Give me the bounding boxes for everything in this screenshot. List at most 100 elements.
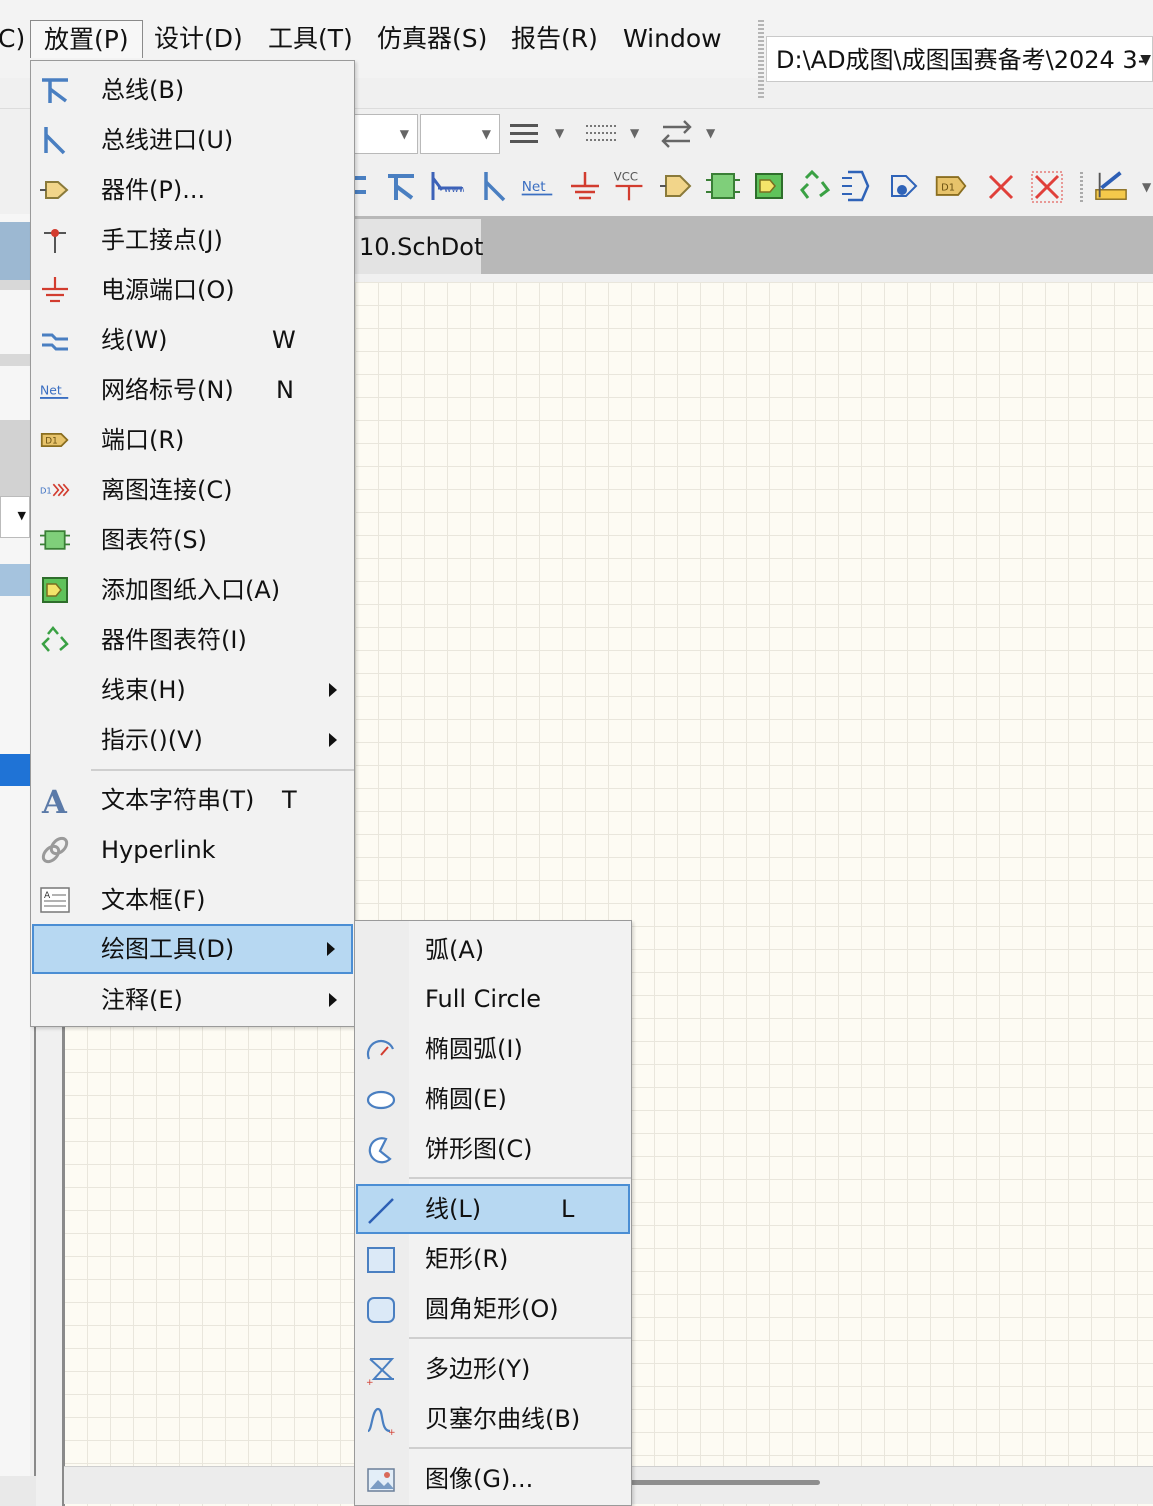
menu-item-harness[interactable]: 线束(H) — [32, 666, 353, 714]
schematic-canvas-left[interactable] — [64, 1026, 355, 1506]
size-combo[interactable]: ▼ — [420, 114, 500, 154]
submenu-item-rectangle[interactable]: 矩形(R) — [356, 1235, 630, 1283]
menu-item-power-port[interactable]: 电源端口(O) — [32, 266, 353, 314]
bus-entry-icon[interactable] — [478, 168, 512, 204]
vcc-port-icon[interactable]: VCC — [612, 168, 646, 204]
harness-entry-icon[interactable] — [888, 168, 922, 204]
submenu-item-image[interactable]: 图像(G)... — [356, 1455, 630, 1503]
sheet-entry-icon[interactable] — [752, 168, 786, 204]
left-panel — [0, 214, 30, 1476]
chevron-down-icon[interactable]: ▼ — [555, 126, 564, 140]
menu-item-bus[interactable]: 总线(B) — [32, 66, 353, 114]
chevron-down-icon[interactable]: ▼ — [1142, 180, 1151, 194]
scrollbar-thumb[interactable] — [630, 1480, 820, 1485]
submenu-arrow-icon — [327, 942, 335, 956]
svg-text:D1: D1 — [941, 182, 955, 193]
panel-border — [34, 1026, 36, 1478]
menu-item-junction[interactable]: 手工接点(J) — [32, 216, 353, 264]
menu-item-part[interactable]: 器件(P)... — [32, 166, 353, 214]
line-icon — [368, 1198, 394, 1224]
off-sheet-connector-icon: D1 — [40, 483, 70, 497]
svg-text:www: www — [444, 185, 464, 195]
menu-item-text-string[interactable]: A 文本字符串(T) T — [32, 776, 353, 824]
device-sheet-symbol-icon[interactable] — [798, 168, 832, 204]
menu-reports[interactable]: 报告(R) — [498, 20, 611, 58]
bus-icon[interactable] — [352, 168, 386, 204]
toolbar-grip[interactable] — [758, 20, 764, 98]
menu-item-device-sheet-symbol[interactable]: 器件图表符(I) — [32, 616, 353, 664]
menu-item-hyperlink[interactable]: Hyperlink — [32, 826, 353, 874]
menu-separator — [409, 1177, 631, 1179]
swap-arrows-icon[interactable] — [660, 118, 694, 150]
wire-icon — [42, 333, 68, 351]
menu-separator — [409, 1447, 631, 1449]
menu-item-net-label[interactable]: Net 网络标号(N) N — [32, 366, 353, 414]
tab-schdot-document[interactable]: 10.SchDot — [355, 219, 483, 274]
submenu-arrow-icon — [329, 993, 337, 1007]
svg-text:VCC: VCC — [614, 170, 638, 184]
submenu-item-bezier[interactable]: + 贝塞尔曲线(B) — [356, 1395, 630, 1443]
document-path-field[interactable]: D:\AD成图\成图国赛备考\2024 3- — [766, 36, 1153, 82]
submenu-item-ellipse[interactable]: 椭圆(E) — [356, 1075, 630, 1123]
submenu-item-polygon[interactable]: + 多边形(Y) — [356, 1345, 630, 1393]
svg-text:+: + — [366, 1378, 374, 1385]
signal-harness-icon[interactable]: www — [430, 168, 464, 204]
menu-edit-partial[interactable]: C) — [0, 20, 31, 58]
menu-simulator[interactable]: 仿真器(S) — [364, 20, 500, 58]
menu-item-directives[interactable]: 指示()(V) — [32, 716, 353, 764]
menu-item-sheet-symbol[interactable]: 图表符(S) — [32, 516, 353, 564]
menu-separator — [409, 1337, 631, 1339]
port-icon[interactable]: D1 — [934, 168, 968, 204]
menu-item-port[interactable]: D1 端口(R) — [32, 416, 353, 464]
bezier-icon: + — [367, 1407, 396, 1435]
menu-item-bus-entry[interactable]: 总线进口(U) — [32, 116, 353, 164]
menu-item-sheet-entry[interactable]: 添加图纸入口(A) — [32, 566, 353, 614]
menu-tools[interactable]: 工具(T) — [255, 20, 366, 58]
submenu-item-elliptical-arc[interactable]: 椭圆弧(I) — [356, 1025, 630, 1073]
panel-combo[interactable]: ▼ — [0, 496, 30, 538]
text-frame-icon: A — [40, 887, 70, 913]
submenu-arrow-icon — [329, 733, 337, 747]
menu-item-off-sheet-connector[interactable]: D1 离图连接(C) — [32, 466, 353, 514]
svg-text:A: A — [41, 785, 68, 815]
menu-item-annotations[interactable]: 注释(E) — [32, 976, 353, 1024]
device-sheet-symbol-icon — [41, 626, 69, 652]
panel-footer — [0, 1476, 36, 1506]
compile-mask-icon[interactable] — [1030, 168, 1064, 204]
elliptical-arc-icon — [366, 1039, 395, 1060]
menu-window[interactable]: Window — [610, 20, 735, 58]
sheet-symbol-icon[interactable] — [706, 168, 740, 204]
document-path-text: D:\AD成图\成图国赛备考\2024 3- — [776, 46, 1147, 74]
submenu-item-line[interactable]: 线(L) L — [356, 1184, 630, 1234]
part-icon — [40, 181, 69, 199]
rectangle-icon — [367, 1247, 395, 1273]
chevron-down-icon[interactable]: ▼ — [1140, 52, 1151, 68]
menu-item-drawing-tools[interactable]: 绘图工具(D) — [32, 924, 353, 974]
harness-connector-icon[interactable] — [842, 168, 876, 204]
submenu-item-arc[interactable]: 弧(A) — [356, 926, 630, 974]
submenu-arrow-icon — [329, 683, 337, 697]
bus-entry-icon — [44, 127, 66, 155]
text-string-icon: A — [41, 785, 68, 815]
net-label-icon[interactable]: Net — [520, 168, 554, 204]
menu-place[interactable]: 放置(P) — [30, 20, 143, 58]
menu-item-wire[interactable]: 线(W) W — [32, 316, 353, 364]
ruler-pencil-icon[interactable] — [1094, 168, 1128, 204]
part-icon[interactable] — [660, 168, 694, 204]
no-erc-icon[interactable] — [984, 168, 1018, 204]
submenu-item-round-rectangle[interactable]: 圆角矩形(O) — [356, 1285, 630, 1333]
gnd-port-icon[interactable] — [568, 168, 602, 204]
menu-item-text-frame[interactable]: A 文本框(F) — [32, 876, 353, 924]
chevron-down-icon[interactable]: ▼ — [706, 126, 715, 140]
chevron-down-icon[interactable]: ▼ — [630, 126, 639, 140]
menu-design[interactable]: 设计(D) — [141, 20, 256, 58]
font-combo[interactable]: ▼ — [354, 114, 418, 154]
submenu-item-full-circle[interactable]: Full Circle — [356, 975, 630, 1023]
submenu-item-pie-chart[interactable]: 饼形图(C) — [356, 1125, 630, 1173]
line-style-icon[interactable] — [584, 120, 618, 148]
bus-icon[interactable] — [384, 168, 418, 204]
sheet-symbol-icon — [40, 530, 70, 550]
canvas-border — [62, 1026, 65, 1506]
align-icon[interactable] — [508, 120, 542, 148]
svg-text:Net: Net — [522, 179, 546, 195]
